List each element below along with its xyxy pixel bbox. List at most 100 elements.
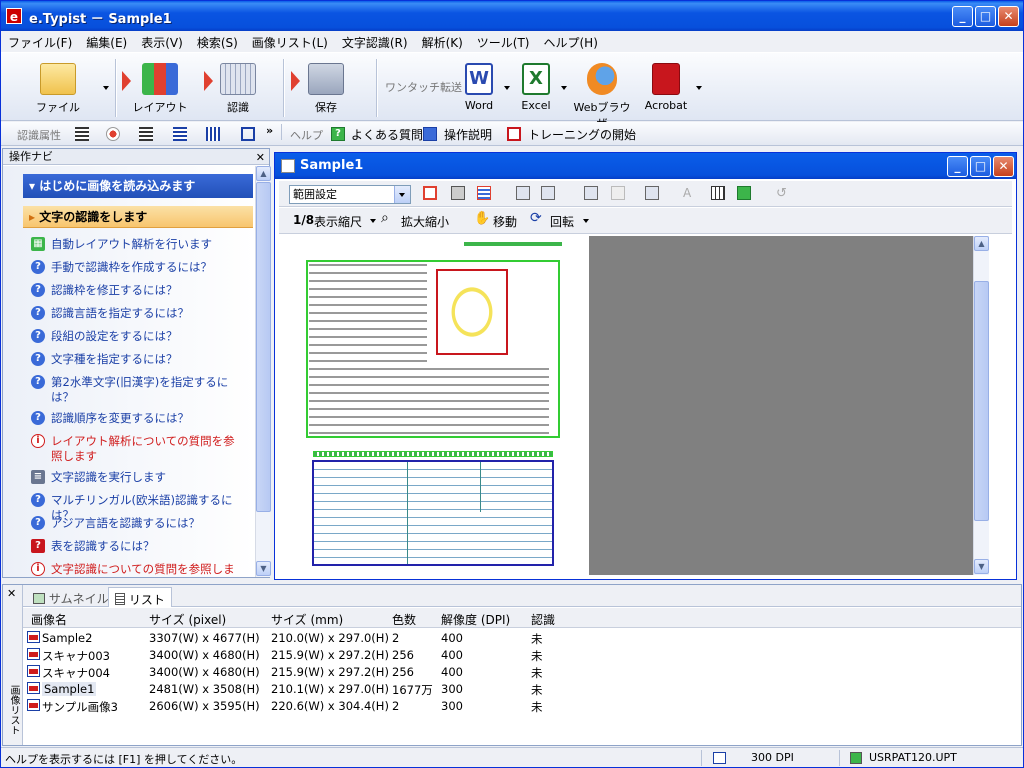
- nav-item[interactable]: ? 手動で認識枠を作成するには？: [31, 260, 241, 275]
- document-title-bar[interactable]: Sample1 _ □ ✕: [275, 153, 1016, 179]
- rect-select-icon[interactable]: [423, 186, 437, 200]
- maximize-button[interactable]: □: [975, 6, 996, 27]
- nav-item[interactable]: ? アジア言語を認識するには？: [31, 516, 241, 531]
- image-frame-icon[interactable]: [477, 186, 491, 200]
- nav-item[interactable]: ? 表を認識するには？: [31, 539, 241, 554]
- rotate-dropdown-arrow[interactable]: [583, 219, 589, 223]
- grid-icon[interactable]: [711, 186, 725, 200]
- menu-tools[interactable]: ツール(T): [470, 31, 537, 51]
- doc-close-button[interactable]: ✕: [993, 156, 1014, 177]
- table-row[interactable]: スキャナ003 3400(W) x 4680(H) 215.9(W) x 297.2…: [25, 647, 625, 664]
- image-frame[interactable]: [436, 269, 508, 355]
- nav-section-load-image[interactable]: ▾ はじめに画像を読み込みます: [23, 174, 253, 198]
- close-button[interactable]: ✕: [998, 6, 1019, 27]
- move-button[interactable]: 移動: [493, 213, 517, 230]
- image-canvas[interactable]: ▲ ▼: [279, 236, 989, 575]
- scroll-up-icon[interactable]: ▲: [974, 236, 989, 251]
- zoom-scale-button[interactable]: 表示縮尺: [314, 213, 362, 230]
- table-row[interactable]: Sample2 3307(W) x 4677(H) 210.0(W) x 297.0…: [25, 630, 625, 647]
- rotate-frame-icon[interactable]: [737, 186, 751, 200]
- word-button[interactable]: W Word: [449, 59, 509, 119]
- col-image-name[interactable]: 画像名: [31, 611, 67, 628]
- scroll-thumb[interactable]: [974, 281, 989, 521]
- excel-button[interactable]: X Excel: [506, 59, 566, 119]
- toolbar-overflow-icon[interactable]: »: [266, 124, 273, 137]
- scroll-down-icon[interactable]: ▼: [974, 559, 989, 574]
- nav-scrollbar[interactable]: ▲ ▼: [255, 166, 271, 577]
- nav-item[interactable]: i レイアウト解析についての質問を参照します: [31, 434, 241, 464]
- file-button[interactable]: ファイル: [23, 59, 93, 119]
- order-number-icon[interactable]: [584, 186, 598, 200]
- table-frame[interactable]: [312, 460, 554, 566]
- nav-section-recognize[interactable]: ▸ 文字の認識をします: [23, 206, 253, 228]
- file-dropdown-arrow[interactable]: [103, 86, 109, 90]
- menu-help[interactable]: ヘルプ(H): [537, 31, 605, 51]
- col-size-pixel[interactable]: サイズ (pixel): [149, 611, 226, 628]
- doc-minimize-button[interactable]: _: [947, 156, 968, 177]
- scroll-up-icon[interactable]: ▲: [256, 166, 271, 181]
- frame-attr-icon[interactable]: [645, 186, 659, 200]
- nav-item[interactable]: ? 認識枠を修正するには？: [31, 283, 241, 298]
- rotate-button[interactable]: 回転: [550, 213, 574, 230]
- table-frame-icon[interactable]: [451, 186, 465, 200]
- nav-item[interactable]: ? 認識言語を指定するには？: [31, 306, 241, 321]
- frame-icon[interactable]: [241, 127, 255, 141]
- menu-file[interactable]: ファイル(F): [1, 31, 79, 51]
- order-icon[interactable]: [206, 127, 220, 141]
- col-recognized[interactable]: 認識: [531, 611, 555, 628]
- menu-image-list[interactable]: 画像リスト(L): [245, 31, 335, 51]
- manual-link[interactable]: 操作説明: [444, 126, 492, 143]
- training-link[interactable]: トレーニングの開始: [528, 126, 636, 143]
- title-bar[interactable]: e e.Typist － Sample1 _ □ ✕: [1, 1, 1023, 31]
- col-resolution[interactable]: 解像度 (DPI): [441, 611, 510, 628]
- select-arrow-icon[interactable]: [394, 186, 410, 203]
- save-button[interactable]: 保存: [291, 59, 361, 119]
- acrobat-dropdown-arrow[interactable]: [696, 86, 702, 90]
- col-size-mm[interactable]: サイズ (mm): [271, 611, 343, 628]
- column-icon[interactable]: [139, 127, 153, 141]
- faq-link[interactable]: よくある質問: [351, 126, 423, 143]
- tab-list[interactable]: リスト: [108, 587, 172, 607]
- nav-item[interactable]: i 文字認識についての質問を参照します: [31, 562, 241, 577]
- tab-thumbnail[interactable]: サムネイル: [27, 587, 115, 607]
- excel-dropdown-arrow[interactable]: [561, 86, 567, 90]
- recognize-button[interactable]: 認識: [203, 59, 273, 119]
- char-type-icon[interactable]: [173, 127, 187, 141]
- table-caption-frame[interactable]: [313, 451, 553, 457]
- image-list-side-tab[interactable]: ✕ 画像リスト: [3, 585, 23, 745]
- menu-edit[interactable]: 編集(E): [79, 31, 134, 51]
- canvas-scrollbar[interactable]: ▲ ▼: [973, 236, 989, 575]
- nav-item[interactable]: ? 認識順序を変更するには？: [31, 411, 241, 426]
- merge-icon[interactable]: [541, 186, 555, 200]
- col-colors[interactable]: 色数: [392, 611, 416, 628]
- nav-item[interactable]: ▦ 自動レイアウト解析を行います: [31, 237, 241, 252]
- zoom-dropdown-arrow[interactable]: [370, 219, 376, 223]
- acrobat-button[interactable]: Acrobat: [636, 59, 696, 119]
- table-row[interactable]: Sample1 2481(W) x 3508(H) 210.1(W) x 297.0…: [25, 681, 625, 698]
- nav-item[interactable]: ? 段組の設定をするには？: [31, 329, 241, 344]
- zoom-tool-button[interactable]: 拡大縮小: [401, 213, 449, 230]
- scroll-thumb[interactable]: [256, 182, 271, 512]
- language-icon[interactable]: [106, 127, 120, 141]
- menu-view[interactable]: 表示(V): [134, 31, 190, 51]
- nav-pane-close-icon[interactable]: ✕: [256, 150, 265, 166]
- doc-maximize-button[interactable]: □: [970, 156, 991, 177]
- scroll-down-icon[interactable]: ▼: [256, 561, 271, 576]
- table-row[interactable]: サンプル画像3 2606(W) x 3595(H) 220.6(W) x 304.4…: [25, 698, 625, 715]
- web-browser-button[interactable]: Webブラウザ: [569, 59, 635, 130]
- recognition-frame[interactable]: [306, 260, 560, 438]
- split-icon[interactable]: [516, 186, 530, 200]
- table-row[interactable]: スキャナ004 3400(W) x 4680(H) 215.9(W) x 297.2…: [25, 664, 625, 681]
- minimize-button[interactable]: _: [952, 6, 973, 27]
- menu-analyze[interactable]: 解析(K): [415, 31, 470, 51]
- panel-close-icon[interactable]: ✕: [7, 587, 16, 600]
- app-icon[interactable]: e: [6, 8, 22, 24]
- text-block-icon[interactable]: [75, 127, 89, 141]
- menu-search[interactable]: 検索(S): [190, 31, 245, 51]
- range-setting-select[interactable]: 範囲設定: [289, 185, 411, 204]
- nav-item[interactable]: ? 文字種を指定するには？: [31, 352, 241, 367]
- nav-item[interactable]: ≡ 文字認識を実行します: [31, 470, 241, 485]
- menu-ocr[interactable]: 文字認識(R): [335, 31, 415, 51]
- layout-button[interactable]: レイアウト: [125, 59, 195, 119]
- nav-item[interactable]: ? 第2水準文字(旧漢字)を指定するには？: [31, 375, 241, 405]
